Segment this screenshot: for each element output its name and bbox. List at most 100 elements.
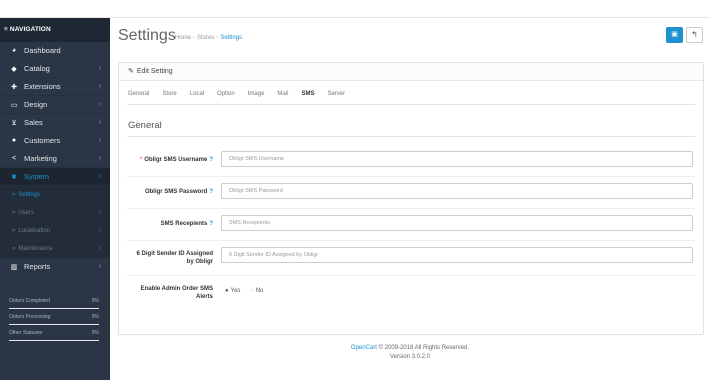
bullet-icon: » (12, 192, 16, 198)
sms-password-input[interactable]: Obligr SMS Password (221, 183, 693, 199)
sidebar-item-dashboard[interactable]: ◕ Dashboard (0, 42, 110, 60)
sidebar-subitem-settings[interactable]: » Settings (0, 186, 110, 204)
sidebar-item-catalog[interactable]: ◆ Catalog › (0, 60, 110, 78)
sidebar-subitem-label: Settings (18, 192, 41, 198)
chevron-right-icon: › (98, 227, 101, 234)
sidebar: ≡ NAVIGATION ◕ Dashboard ◆ Catalog › ✚ Extens… (0, 18, 110, 380)
form-row-recipients: SMS Recepients? SMS Recepients (127, 215, 697, 235)
section-legend: General (128, 120, 162, 131)
radio-unchecked-icon: ○ (250, 288, 254, 294)
chevron-right-icon: › (98, 83, 101, 90)
stat-percent: 0% (91, 314, 99, 320)
row-divider (127, 208, 695, 209)
save-button[interactable]: ▣ (666, 27, 683, 43)
sidebar-subitem-label: Users (18, 210, 35, 216)
help-icon[interactable]: ? (209, 221, 213, 227)
sidebar-subitem-localisation[interactable]: » Localisation › (0, 222, 110, 240)
sidebar-item-extensions[interactable]: ✚ Extensions › (0, 78, 110, 96)
back-button[interactable]: ↰ (686, 27, 703, 43)
sender-id-input[interactable]: 6 Digit Sender ID Assigned by Obligr (221, 247, 693, 263)
monitor-icon: ▭ (10, 101, 18, 109)
row-divider (127, 240, 695, 241)
bar-chart-icon: ▥ (10, 263, 18, 271)
nav-heading: ≡ NAVIGATION (0, 18, 110, 42)
admin-alerts-radio-group: ● Yes ○ No (225, 288, 271, 294)
tab-sms[interactable]: SMS (301, 91, 314, 97)
help-icon[interactable]: ? (209, 157, 213, 163)
password-label: Obligr SMS Password? (123, 188, 213, 196)
stat-percent: 0% (91, 298, 99, 304)
footer-copyright: OpenCart © 2009-2018 All Rights Reserved… (110, 344, 710, 353)
sidebar-item-reports[interactable]: ▥ Reports › (0, 258, 110, 276)
puzzle-icon: ✚ (11, 83, 17, 91)
sidebar-item-marketing[interactable]: < Marketing › (0, 150, 110, 168)
footer-brand-link[interactable]: OpenCart (351, 345, 377, 351)
label-text: Enable Admin Order SMS (140, 286, 213, 292)
breadcrumb-separator: › (193, 35, 196, 41)
label-text: Alerts (195, 294, 213, 300)
sidebar-subitem-maintenance[interactable]: » Maintenance › (0, 240, 110, 258)
radio-yes[interactable]: ● Yes (225, 288, 240, 294)
breadcrumb-stores[interactable]: Stores (197, 35, 214, 41)
dashboard-icon: ◕ (11, 47, 17, 54)
sms-recipients-input[interactable]: SMS Recepients (221, 215, 693, 231)
page-header: Settings Home › Stores › Settings ▣ ↰ (110, 18, 710, 58)
bullet-icon: » (12, 246, 16, 252)
sidebar-item-label: System (24, 172, 50, 181)
legend-divider (127, 136, 695, 137)
breadcrumb-home[interactable]: Home (175, 35, 191, 41)
progress-bar (9, 323, 99, 325)
required-marker: * (139, 157, 143, 163)
label-text: Obligr SMS Password (144, 189, 208, 195)
form-row-password: Obligr SMS Password? Obligr SMS Password (127, 183, 697, 203)
tab-general[interactable]: General (128, 91, 149, 97)
tab-store[interactable]: Store (162, 91, 176, 97)
page-title: Settings (118, 27, 176, 44)
tab-option[interactable]: Option (217, 91, 235, 97)
sms-username-input[interactable]: Obligr SMS Username (221, 151, 693, 167)
breadcrumb: Home › Stores › Settings (175, 35, 242, 41)
footer-copy-text: © 2009-2018 All Rights Reserved. (378, 345, 470, 351)
username-label: * Obligr SMS Username? (123, 156, 213, 164)
chevron-right-icon: › (98, 263, 101, 270)
chevron-right-icon: › (98, 101, 101, 108)
label-text: SMS Recepients (160, 221, 208, 227)
tab-image[interactable]: Image (248, 91, 265, 97)
sidebar-subitem-label: Maintenance (18, 246, 53, 252)
hamburger-icon[interactable]: ≡ (4, 18, 8, 42)
sidebar-item-label: Reports (24, 262, 51, 271)
breadcrumb-settings[interactable]: Settings (220, 35, 242, 41)
edit-setting-panel: ✎ Edit Setting General Store Local Option… (118, 62, 704, 335)
footer: OpenCart © 2009-2018 All Rights Reserved… (110, 344, 710, 362)
sidebar-item-sales[interactable]: ⊻ Sales › (0, 114, 110, 132)
tab-local[interactable]: Local (190, 91, 204, 97)
stat-percent: 0% (91, 330, 99, 336)
sidebar-subitem-users[interactable]: » Users › (0, 204, 110, 222)
radio-checked-icon: ● (225, 288, 229, 294)
footer-version: Version 3.0.2.0 (389, 354, 431, 360)
panel-heading-text: Edit Setting (136, 68, 173, 75)
chevron-right-icon: › (98, 137, 101, 144)
sidebar-item-label: Extensions (24, 82, 61, 91)
admin-alerts-label: Enable Admin Order SMS Alerts (123, 285, 213, 301)
tab-server[interactable]: Server (327, 91, 345, 97)
reply-icon: ↰ (691, 30, 698, 39)
sidebar-item-system[interactable]: ✱ System › (0, 168, 110, 186)
panel-heading: ✎ Edit Setting (119, 63, 703, 81)
stat-label: Orders Processing (9, 314, 51, 320)
label-text: 6 Digit Sender ID Assigned (136, 251, 213, 257)
tag-icon: ◆ (11, 65, 17, 73)
radio-no[interactable]: ○ No (250, 288, 263, 294)
radio-label: Yes (230, 288, 241, 294)
tab-mail[interactable]: Mail (277, 91, 288, 97)
recipients-label: SMS Recepients? (123, 220, 213, 228)
order-stats: Orders Completed 0% Orders Processing 0% O… (6, 296, 102, 344)
cog-icon: ✱ (11, 173, 17, 181)
bullet-icon: » (12, 228, 16, 234)
stat-orders-processing: Orders Processing 0% (6, 312, 102, 327)
sidebar-item-design[interactable]: ▭ Design › (0, 96, 110, 114)
help-icon[interactable]: ? (209, 189, 213, 195)
sidebar-item-label: Catalog (24, 64, 50, 73)
sidebar-item-customers[interactable]: ● Customers › (0, 132, 110, 150)
chevron-right-icon: › (98, 119, 101, 126)
